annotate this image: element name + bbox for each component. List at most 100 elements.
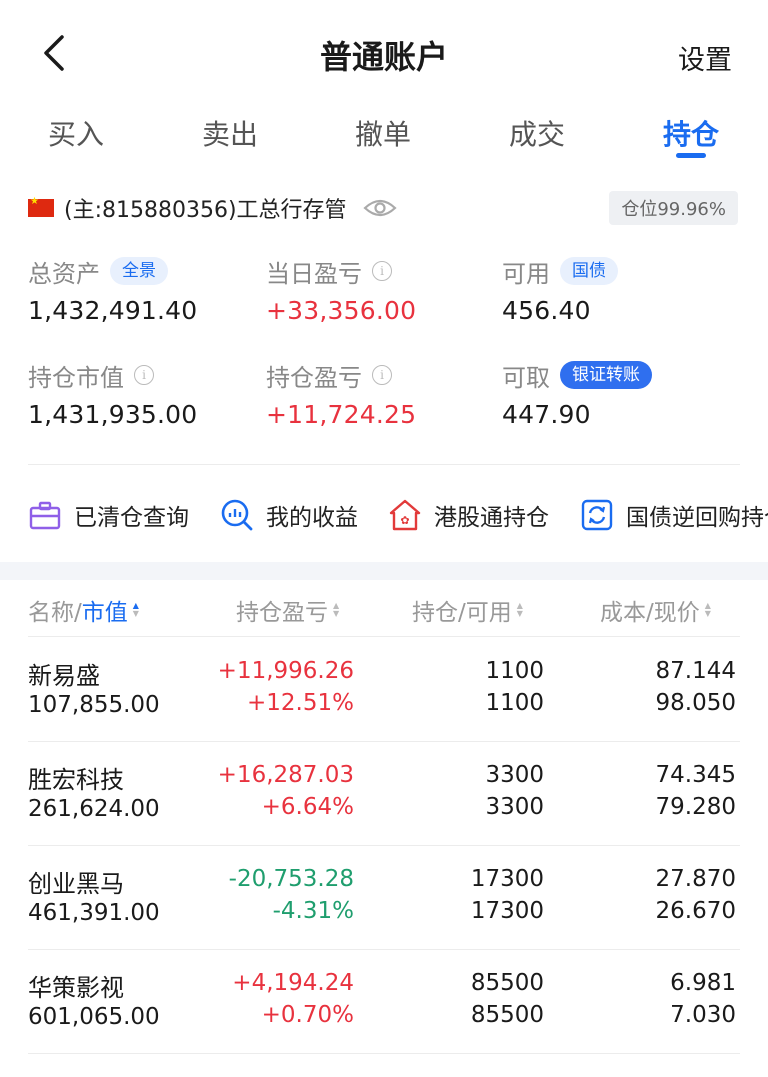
qty-header-label: 持仓/可用 <box>412 600 512 626</box>
stock-pl-percent: +6.64% <box>261 794 354 820</box>
column-header-qty[interactable]: 持仓/可用 ▲ ▼ <box>412 594 523 626</box>
position-pl-label: 持仓盈亏 <box>266 363 362 392</box>
info-icon[interactable]: i <box>372 261 392 281</box>
treasury-pill[interactable]: 国债 <box>560 257 618 285</box>
sort-icon: ▲ ▼ <box>132 601 139 618</box>
divider <box>28 1053 740 1054</box>
my-earnings-button[interactable]: 我的收益 <box>220 490 358 540</box>
sort-icon: ▲ ▼ <box>704 601 711 618</box>
daily-pl-label: 当日盈亏 <box>266 259 362 288</box>
tab-cancel[interactable]: 撤单 <box>333 113 433 153</box>
market-value-label: 持仓市值 <box>28 363 124 392</box>
china-flag-icon <box>28 196 54 217</box>
tab-sell[interactable]: 卖出 <box>180 113 280 153</box>
cleared-positions-label: 已清仓查询 <box>74 505 189 531</box>
daily-pl-cell: 当日盈亏 i +33,356.00 <box>266 254 417 326</box>
stock-available: 3300 <box>485 794 544 820</box>
stock-name: 创业黑马 <box>28 870 124 898</box>
stock-quantity: 3300 <box>485 762 544 788</box>
bank-transfer-button[interactable]: 银证转账 <box>560 361 652 389</box>
stock-name: 新易盛 <box>28 662 100 690</box>
column-header-name[interactable]: 名称/市值 ▲ ▼ <box>28 594 139 626</box>
stock-cost: 6.981 <box>670 970 736 996</box>
stock-cost: 87.144 <box>655 658 736 684</box>
reverse-repo-positions-label: 国债逆回购持仓 <box>626 505 768 531</box>
stock-pl-amount: +4,194.24 <box>232 970 354 996</box>
overview-pill[interactable]: 全景 <box>110 257 168 285</box>
settings-button[interactable]: 设置 <box>678 38 732 77</box>
market-value-cell: 持仓市值 i 1,431,935.00 <box>28 358 198 430</box>
my-earnings-label: 我的收益 <box>266 505 358 531</box>
stock-available: 17300 <box>470 898 544 924</box>
reverse-repo-positions-button[interactable]: 国债逆回购持仓 <box>580 490 768 540</box>
stock-name: 胜宏科技 <box>28 766 124 794</box>
withdrawable-cell: 可取 银证转账 447.90 <box>502 358 652 429</box>
cleared-positions-button[interactable]: 已清仓查询 <box>28 490 189 540</box>
stock-quantity: 17300 <box>470 866 544 892</box>
table-row[interactable]: 胜宏科技 261,624.00 +16,287.03 +6.64% 3300 3… <box>28 742 740 846</box>
quick-actions: 已清仓查询 我的收益 ✿ 港股通持仓 国债逆回购持仓 <box>28 490 768 540</box>
name-header-label: 名称/ <box>28 600 82 626</box>
tab-bar: 买入 卖出 撤单 成交 持仓 <box>0 105 768 165</box>
table-row[interactable]: 新易盛 107,855.00 +11,996.26 +12.51% 1100 1… <box>28 638 740 742</box>
daily-pl-value: +33,356.00 <box>266 296 417 325</box>
market-value-value: 1,431,935.00 <box>28 400 198 429</box>
section-separator <box>0 562 768 580</box>
info-icon[interactable]: i <box>134 365 154 385</box>
available-cell: 可用 国债 456.40 <box>502 254 618 325</box>
briefcase-icon <box>29 501 61 530</box>
table-row[interactable]: 创业黑马 461,391.00 -20,753.28 -4.31% 17300 … <box>28 846 740 950</box>
cost-header-label: 成本/现价 <box>600 600 700 626</box>
column-header-cost[interactable]: 成本/现价 ▲ ▼ <box>600 594 711 626</box>
divider <box>28 464 740 465</box>
market-value-header-label: 市值 <box>81 600 128 626</box>
hk-connect-positions-button[interactable]: ✿ 港股通持仓 <box>388 490 549 540</box>
house-icon: ✿ <box>389 499 421 531</box>
table-row[interactable]: 华策影视 601,065.00 +4,194.24 +0.70% 85500 8… <box>28 950 740 1054</box>
total-assets-cell: 总资产 全景 1,432,491.40 <box>28 254 197 325</box>
stock-market-value: 601,065.00 <box>28 1004 160 1030</box>
info-icon[interactable]: i <box>372 365 392 385</box>
account-selector[interactable]: (主:815880356)工总行存管 <box>28 190 397 226</box>
stock-pl-percent: +0.70% <box>261 1002 354 1028</box>
tab-buy[interactable]: 买入 <box>26 113 126 153</box>
page-title: 普通账户 <box>319 38 448 76</box>
stock-pl-percent: +12.51% <box>247 690 354 716</box>
tab-positions[interactable]: 持仓 <box>641 113 741 153</box>
stock-market-value: 461,391.00 <box>28 900 160 926</box>
stock-market-value: 261,624.00 <box>28 796 160 822</box>
stock-cost: 74.345 <box>655 762 736 788</box>
tab-deals[interactable]: 成交 <box>487 113 587 153</box>
stock-price: 79.280 <box>655 794 736 820</box>
stock-pl-percent: -4.31% <box>272 898 354 924</box>
stock-market-value: 107,855.00 <box>28 692 160 718</box>
stock-quantity: 1100 <box>485 658 544 684</box>
stock-pl-amount: +11,996.26 <box>217 658 354 684</box>
total-assets-value: 1,432,491.40 <box>28 296 198 325</box>
active-tab-indicator <box>676 153 706 158</box>
stock-price: 26.670 <box>655 898 736 924</box>
header: 普通账户 设置 <box>0 0 768 100</box>
search-chart-icon <box>221 499 253 531</box>
available-label: 可用 <box>502 259 550 288</box>
withdrawable-label: 可取 <box>502 363 550 392</box>
stock-available: 1100 <box>485 690 544 716</box>
account-label: (主:815880356)工总行存管 <box>64 198 347 223</box>
svg-text:✿: ✿ <box>400 514 409 527</box>
column-header-pl[interactable]: 持仓盈亏 ▲ ▼ <box>236 594 339 626</box>
divider <box>28 636 740 637</box>
available-value: 456.40 <box>502 296 591 325</box>
position-ratio-badge: 仓位99.96% <box>609 191 738 225</box>
refresh-icon <box>581 499 613 531</box>
pl-header-label: 持仓盈亏 <box>236 600 328 626</box>
stock-pl-amount: -20,753.28 <box>228 866 354 892</box>
sort-icon: ▲ ▼ <box>516 601 523 618</box>
sort-icon: ▲ ▼ <box>333 601 340 618</box>
withdrawable-value: 447.90 <box>502 400 591 429</box>
eye-icon[interactable] <box>362 196 397 220</box>
hk-connect-positions-label: 港股通持仓 <box>434 505 549 531</box>
total-assets-label: 总资产 <box>28 259 100 288</box>
stock-price: 98.050 <box>655 690 736 716</box>
stock-cost: 27.870 <box>655 866 736 892</box>
stock-price: 7.030 <box>670 1002 736 1028</box>
